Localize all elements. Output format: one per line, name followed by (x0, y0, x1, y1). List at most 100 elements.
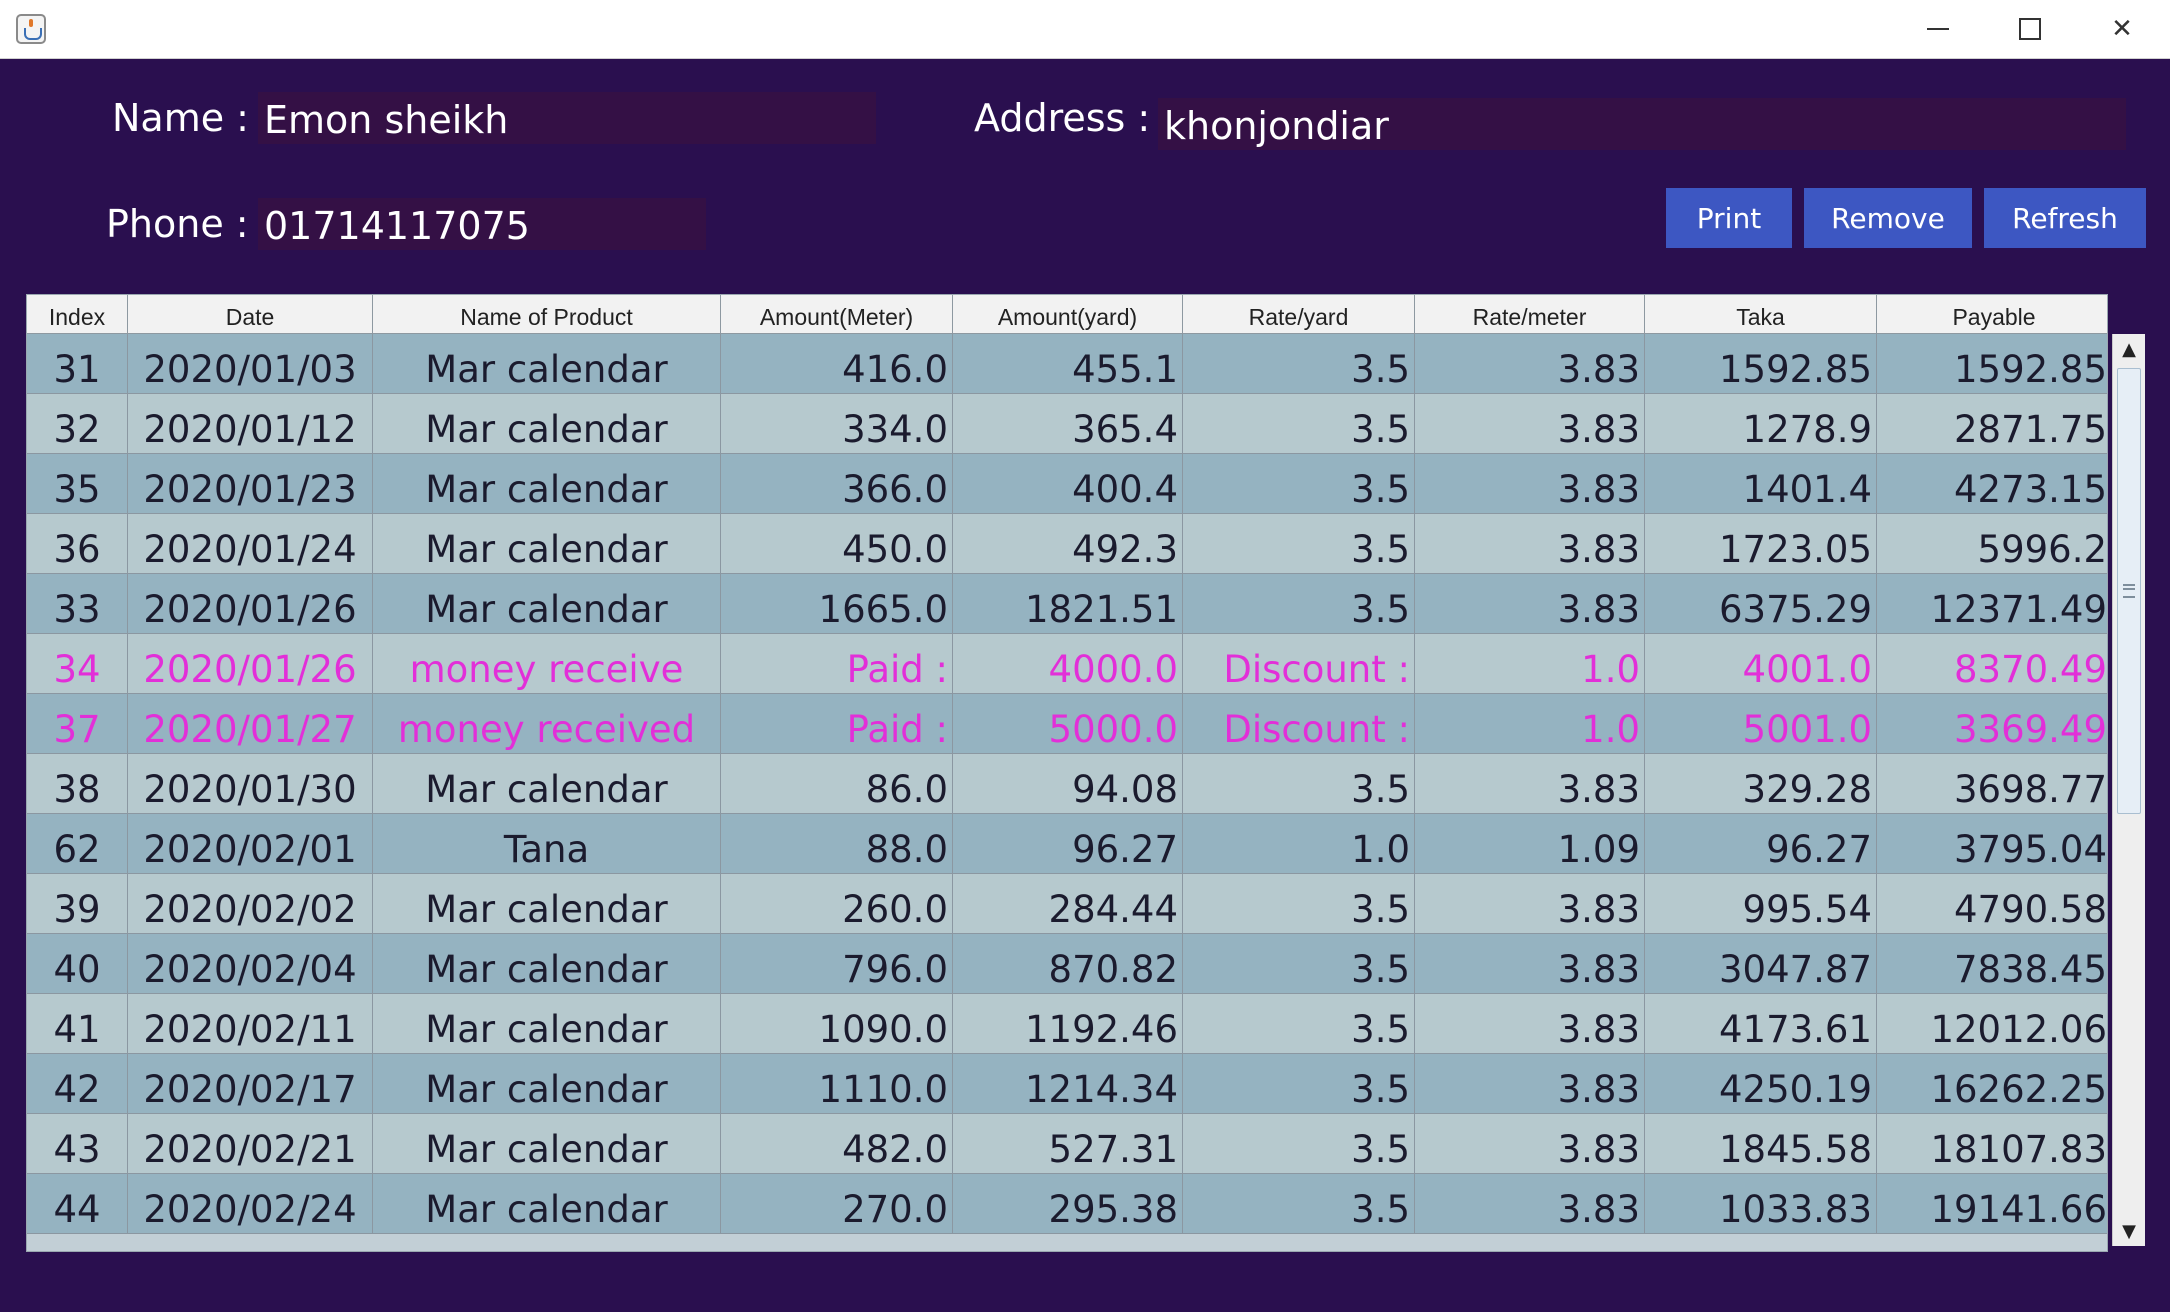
table-cell-yard[interactable]: 365.4 (953, 394, 1183, 453)
table-cell-date[interactable]: 2020/01/26 (128, 634, 373, 693)
table-cell-yard[interactable]: 870.82 (953, 934, 1183, 993)
table-cell-yard[interactable]: 455.1 (953, 334, 1183, 393)
table-cell-yard[interactable]: 1821.51 (953, 574, 1183, 633)
table-cell-rate-yard[interactable]: 3.5 (1183, 394, 1415, 453)
table-cell-payable[interactable]: 12012.06 (1877, 994, 2107, 1053)
table-row[interactable]: 35 2020/01/23 Mar calendar 366.0 400.4 3.5 3.8… (27, 454, 2107, 514)
table-cell-yard[interactable]: 492.3 (953, 514, 1183, 573)
table-cell-date[interactable]: 2020/01/27 (128, 694, 373, 753)
table-cell-meter[interactable]: 1110.0 (721, 1054, 953, 1113)
table-cell-index[interactable]: 37 (27, 694, 128, 753)
table-cell-taka[interactable]: 1723.05 (1645, 514, 1877, 573)
table-cell-date[interactable]: 2020/01/03 (128, 334, 373, 393)
table-cell-yard[interactable]: 527.31 (953, 1114, 1183, 1173)
print-button[interactable]: Print (1666, 188, 1792, 248)
table-cell-product[interactable]: Mar calendar (373, 754, 721, 813)
table-cell-taka[interactable]: 4250.19 (1645, 1054, 1877, 1113)
table-cell-index[interactable]: 35 (27, 454, 128, 513)
phone-field[interactable]: 01714117075 (258, 198, 706, 250)
table-cell-rate-meter[interactable]: 3.83 (1415, 514, 1645, 573)
table-row[interactable]: 37 2020/01/27 money received Paid :5000.0 Di… (27, 694, 2107, 754)
table-cell-taka[interactable]: 1401.4 (1645, 454, 1877, 513)
table-cell-rate-yard[interactable]: 1.0 (1183, 814, 1415, 873)
table-cell-rate-yard[interactable]: 3.5 (1183, 1114, 1415, 1173)
table-cell-meter[interactable]: 1665.0 (721, 574, 953, 633)
table-cell-date[interactable]: 2020/02/02 (128, 874, 373, 933)
table-row[interactable]: 41 2020/02/11 Mar calendar 1090.0 1192.46 3.5… (27, 994, 2107, 1054)
table-cell-product[interactable]: Mar calendar (373, 1174, 721, 1233)
table-cell-payable[interactable]: 12371.49 (1877, 574, 2107, 633)
table-cell-yard[interactable]: 400.4 (953, 454, 1183, 513)
table-cell-rate-meter[interactable]: 3.83 (1415, 874, 1645, 933)
column-header[interactable]: Rate/meter (1415, 295, 1645, 333)
table-cell-index[interactable]: 34 (27, 634, 128, 693)
table-cell-taka[interactable]: 1592.85 (1645, 334, 1877, 393)
column-header[interactable]: Name of Product (373, 295, 721, 333)
table-cell-date[interactable]: 2020/02/01 (128, 814, 373, 873)
table-cell-payable[interactable]: 7838.45 (1877, 934, 2107, 993)
table-cell-rate-meter[interactable]: 1.0 (1415, 634, 1645, 693)
table-row[interactable]: 34 2020/01/26 money receive Paid :4000.0 Dis… (27, 634, 2107, 694)
table-cell-taka[interactable]: 1033.83 (1645, 1174, 1877, 1233)
table-cell-rate-meter[interactable]: 3.83 (1415, 754, 1645, 813)
table-cell-index[interactable]: 36 (27, 514, 128, 573)
table-cell-yard[interactable]: 295.38 (953, 1174, 1183, 1233)
table-cell-rate-meter[interactable]: 3.83 (1415, 934, 1645, 993)
table-cell-date[interactable]: 2020/01/23 (128, 454, 373, 513)
table-row[interactable]: 44 2020/02/24 Mar calendar 270.0 295.38 3.5 3.… (27, 1174, 2107, 1234)
table-cell-meter[interactable]: 260.0 (721, 874, 953, 933)
minimize-button[interactable] (1892, 0, 1984, 58)
table-cell-date[interactable]: 2020/02/21 (128, 1114, 373, 1173)
table-cell-yard[interactable]: 1192.46 (953, 994, 1183, 1053)
table-cell-rate-yard[interactable]: 3.5 (1183, 874, 1415, 933)
maximize-button[interactable] (1984, 0, 2076, 58)
table-row[interactable]: 31 2020/01/03 Mar calendar 416.0 455.1 3.5 3.8… (27, 334, 2107, 394)
table-cell-payable[interactable]: 2871.75 (1877, 394, 2107, 453)
table-cell-index[interactable]: 62 (27, 814, 128, 873)
table-cell-taka[interactable]: 4173.61 (1645, 994, 1877, 1053)
table-cell-taka[interactable]: 995.54 (1645, 874, 1877, 933)
table-cell-date[interactable]: 2020/01/26 (128, 574, 373, 633)
table-cell-rate-meter[interactable]: 3.83 (1415, 454, 1645, 513)
table-cell-index[interactable]: 39 (27, 874, 128, 933)
table-row[interactable]: 42 2020/02/17 Mar calendar 1110.0 1214.34 3.5… (27, 1054, 2107, 1114)
column-header[interactable]: Taka (1645, 295, 1877, 333)
table-cell-product[interactable]: Mar calendar (373, 334, 721, 393)
table-cell-taka[interactable]: 4001.0 (1645, 634, 1877, 693)
table-cell-rate-yard[interactable]: 3.5 (1183, 1174, 1415, 1233)
table-cell-yard[interactable]: 284.44 (953, 874, 1183, 933)
table-cell-meter[interactable]: 88.0 (721, 814, 953, 873)
table-row[interactable]: 32 2020/01/12 Mar calendar 334.0 365.4 3.5 3.8… (27, 394, 2107, 454)
table-cell-meter[interactable]: Paid : (721, 694, 953, 753)
table-cell-rate-yard[interactable]: Discount : (1183, 634, 1415, 693)
table-cell-index[interactable]: 41 (27, 994, 128, 1053)
table-cell-date[interactable]: 2020/01/30 (128, 754, 373, 813)
table-cell-date[interactable]: 2020/02/17 (128, 1054, 373, 1113)
table-cell-payable[interactable]: 4790.58 (1877, 874, 2107, 933)
table-cell-rate-yard[interactable]: 3.5 (1183, 754, 1415, 813)
table-cell-rate-yard[interactable]: 3.5 (1183, 1054, 1415, 1113)
column-header[interactable]: Amount(yard) (953, 295, 1183, 333)
scroll-up-arrow-icon[interactable]: ▲ (2113, 334, 2145, 364)
table-cell-meter[interactable]: 334.0 (721, 394, 953, 453)
table-cell-meter[interactable]: 270.0 (721, 1174, 953, 1233)
table-cell-index[interactable]: 33 (27, 574, 128, 633)
table-cell-taka[interactable]: 6375.29 (1645, 574, 1877, 633)
name-field[interactable]: Emon sheikh (258, 92, 876, 144)
table-cell-index[interactable]: 31 (27, 334, 128, 393)
table-cell-taka[interactable]: 5001.0 (1645, 694, 1877, 753)
table-cell-rate-meter[interactable]: 3.83 (1415, 1054, 1645, 1113)
table-cell-product[interactable]: Mar calendar (373, 874, 721, 933)
table-cell-index[interactable]: 32 (27, 394, 128, 453)
table-cell-yard[interactable]: 96.27 (953, 814, 1183, 873)
table-cell-rate-meter[interactable]: 3.83 (1415, 574, 1645, 633)
table-cell-taka[interactable]: 1278.9 (1645, 394, 1877, 453)
table-cell-product[interactable]: Mar calendar (373, 1054, 721, 1113)
table-cell-yard[interactable]: 5000.0 (953, 694, 1183, 753)
table-cell-payable[interactable]: 3698.77 (1877, 754, 2107, 813)
table-row[interactable]: 39 2020/02/02 Mar calendar 260.0 284.44 3.5 3.… (27, 874, 2107, 934)
table-cell-rate-meter[interactable]: 3.83 (1415, 394, 1645, 453)
table-cell-date[interactable]: 2020/02/04 (128, 934, 373, 993)
column-header[interactable]: Amount(Meter) (721, 295, 953, 333)
table-cell-yard[interactable]: 94.08 (953, 754, 1183, 813)
